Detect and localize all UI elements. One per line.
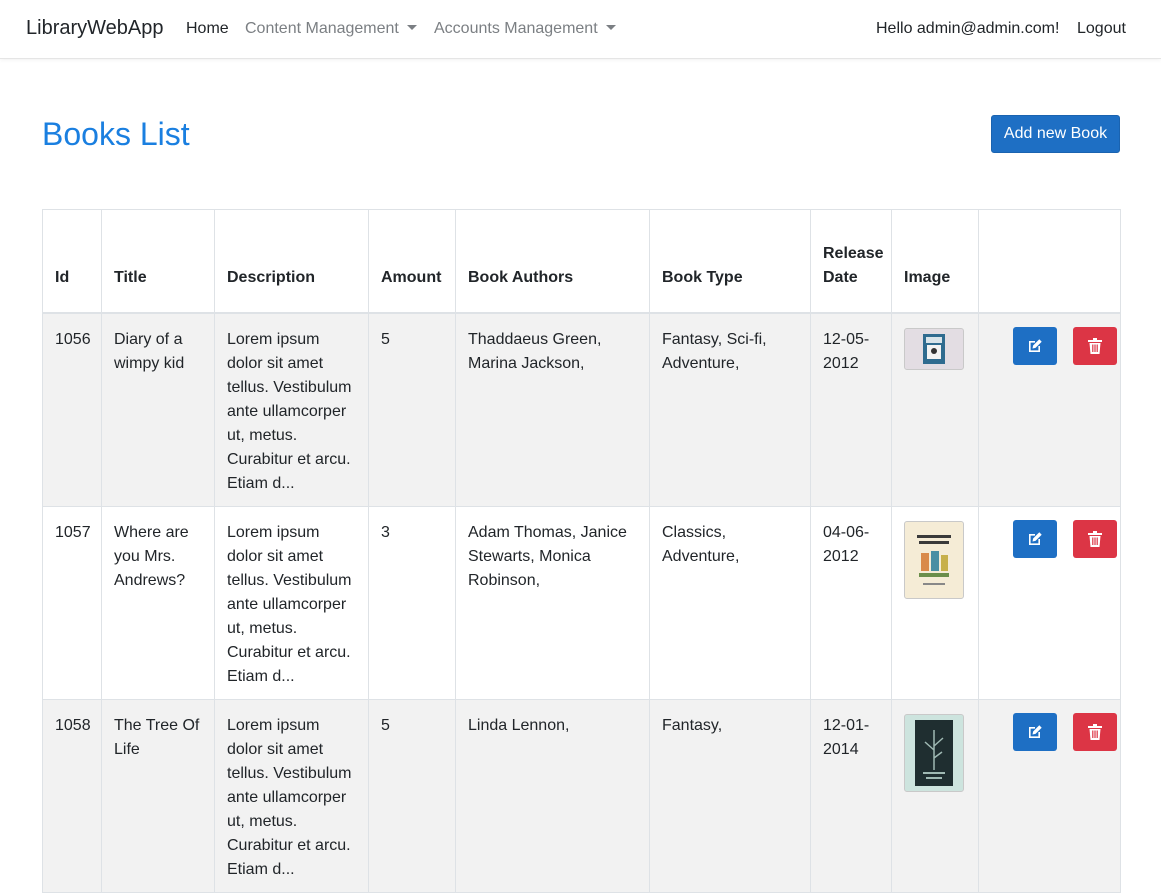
add-new-book-button[interactable]: Add new Book xyxy=(991,115,1120,153)
cell-release-date: 12-01-2014 xyxy=(810,699,892,893)
header-release-date: Release Date xyxy=(810,209,892,314)
cell-image xyxy=(891,699,979,893)
book-cover-image xyxy=(904,328,964,370)
edit-button[interactable] xyxy=(1013,520,1057,558)
table-row: 1056 Diary of a wimpy kid Lorem ipsum do… xyxy=(42,312,1121,507)
edit-icon xyxy=(1029,725,1042,738)
chevron-down-icon xyxy=(406,25,417,30)
logout-link[interactable]: Logout xyxy=(1077,20,1126,38)
page-title: Books List xyxy=(42,116,190,152)
header-image: Image xyxy=(891,209,979,314)
edit-button[interactable] xyxy=(1013,713,1057,751)
header-id: Id xyxy=(42,209,102,314)
header-description: Description xyxy=(214,209,369,314)
cell-title: The Tree Of Life xyxy=(101,699,215,893)
book-cover-art xyxy=(923,334,945,364)
header-title: Title xyxy=(101,209,215,314)
table-row: 1057 Where are you Mrs. Andrews? Lorem i… xyxy=(42,506,1121,700)
delete-button[interactable] xyxy=(1073,713,1117,751)
books-table-wrapper: Id Title Description Amount Book Authors… xyxy=(42,209,1121,893)
book-cover-image xyxy=(904,714,964,792)
cell-id: 1056 xyxy=(42,312,102,507)
cell-id: 1057 xyxy=(42,506,102,700)
book-cover-art xyxy=(915,720,953,786)
brand-link[interactable]: LibraryWebApp xyxy=(26,17,163,40)
cell-description: Lorem ipsum dolor sit amet tellus. Vesti… xyxy=(214,312,369,507)
cell-authors: Linda Lennon, xyxy=(455,699,650,893)
edit-icon xyxy=(1029,339,1042,352)
header-book-authors: Book Authors xyxy=(455,209,650,314)
cell-authors: Thaddaeus Green, Marina Jackson, xyxy=(455,312,650,507)
cell-id: 1058 xyxy=(42,699,102,893)
header-book-type: Book Type xyxy=(649,209,811,314)
books-table: Id Title Description Amount Book Authors… xyxy=(42,209,1121,893)
cell-title: Diary of a wimpy kid xyxy=(101,312,215,507)
cell-type: Fantasy, Sci-fi, Adventure, xyxy=(649,312,811,507)
cell-release-date: 12-05-2012 xyxy=(810,312,892,507)
trash-icon xyxy=(1088,724,1102,740)
nav-accounts-management-label: Accounts Management xyxy=(434,20,598,37)
cell-actions xyxy=(978,312,1121,507)
trash-icon xyxy=(1088,531,1102,547)
cell-amount: 5 xyxy=(368,699,456,893)
top-navbar: LibraryWebApp Home Content Management Ac… xyxy=(0,0,1161,59)
cell-image xyxy=(891,312,979,507)
cell-release-date: 04-06-2012 xyxy=(810,506,892,700)
cell-title: Where are you Mrs. Andrews? xyxy=(101,506,215,700)
edit-button[interactable] xyxy=(1013,327,1057,365)
cell-actions xyxy=(978,699,1121,893)
edit-icon xyxy=(1029,532,1042,545)
cell-type: Classics, Adventure, xyxy=(649,506,811,700)
chevron-down-icon xyxy=(605,25,616,30)
book-cover-image xyxy=(904,521,964,599)
cell-image xyxy=(891,506,979,700)
cell-type: Fantasy, xyxy=(649,699,811,893)
trash-icon xyxy=(1088,338,1102,354)
nav-content-management-label: Content Management xyxy=(245,20,399,37)
header-actions xyxy=(978,209,1121,314)
cell-description: Lorem ipsum dolor sit amet tellus. Vesti… xyxy=(214,506,369,700)
cell-amount: 3 xyxy=(368,506,456,700)
header-amount: Amount xyxy=(368,209,456,314)
nav-home-link[interactable]: Home xyxy=(186,20,229,38)
nav-accounts-management-dropdown[interactable]: Accounts Management xyxy=(434,20,616,38)
cell-description: Lorem ipsum dolor sit amet tellus. Vesti… xyxy=(214,699,369,893)
delete-button[interactable] xyxy=(1073,520,1117,558)
cell-amount: 5 xyxy=(368,312,456,507)
table-row: 1058 The Tree Of Life Lorem ipsum dolor … xyxy=(42,699,1121,893)
delete-button[interactable] xyxy=(1073,327,1117,365)
cell-actions xyxy=(978,506,1121,700)
user-greeting-link[interactable]: Hello admin@admin.com! xyxy=(876,20,1059,38)
nav-content-management-dropdown[interactable]: Content Management xyxy=(245,20,417,38)
book-cover-art xyxy=(917,535,951,585)
table-header-row: Id Title Description Amount Book Authors… xyxy=(42,209,1121,314)
cell-authors: Adam Thomas, Janice Stewarts, Monica Rob… xyxy=(455,506,650,700)
